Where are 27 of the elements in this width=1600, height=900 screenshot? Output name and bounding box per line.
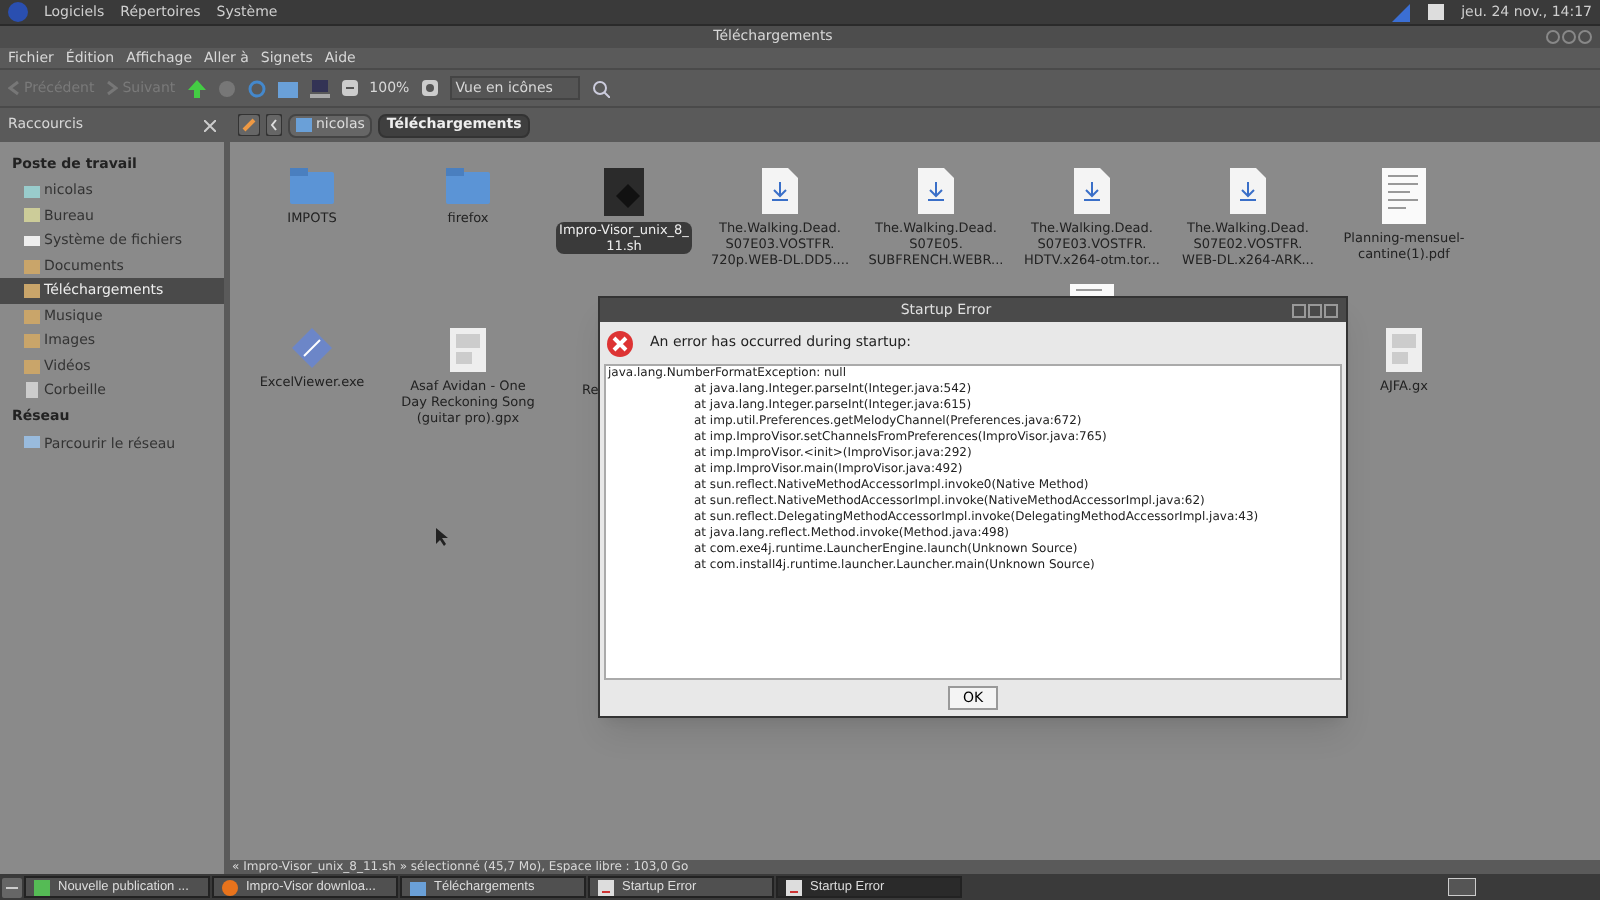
show-desktop-icon[interactable] (1448, 878, 1476, 896)
maximize-button[interactable] (1308, 303, 1322, 317)
search-icon[interactable] (591, 79, 610, 97)
blank-file-icon (1386, 328, 1422, 372)
zoom-out-icon[interactable] (341, 80, 358, 96)
zoom-in-icon[interactable] (421, 80, 438, 96)
minimize-button[interactable] (1292, 303, 1306, 317)
script-file-icon (604, 168, 644, 216)
mouse-cursor-icon (436, 528, 448, 546)
download-file-icon (762, 168, 798, 214)
up-arrow-icon[interactable] (187, 79, 206, 97)
download-file-icon (918, 168, 954, 214)
close-button[interactable] (1324, 303, 1338, 317)
download-file-icon (1074, 168, 1110, 214)
edit-icon[interactable] (238, 114, 260, 136)
chevron-left-icon[interactable] (266, 114, 282, 136)
error-icon (606, 329, 634, 357)
computer-icon[interactable] (309, 79, 330, 97)
minimize-button[interactable] (1546, 30, 1560, 44)
download-file-icon (1230, 168, 1266, 214)
diamond-icon (292, 328, 332, 368)
close-icon[interactable] (204, 119, 216, 131)
menu-icon[interactable] (2, 877, 22, 897)
blank-file-icon (450, 328, 486, 372)
maximize-button[interactable] (1562, 30, 1576, 44)
refresh-icon[interactable] (247, 79, 266, 97)
close-button[interactable] (1578, 30, 1592, 44)
